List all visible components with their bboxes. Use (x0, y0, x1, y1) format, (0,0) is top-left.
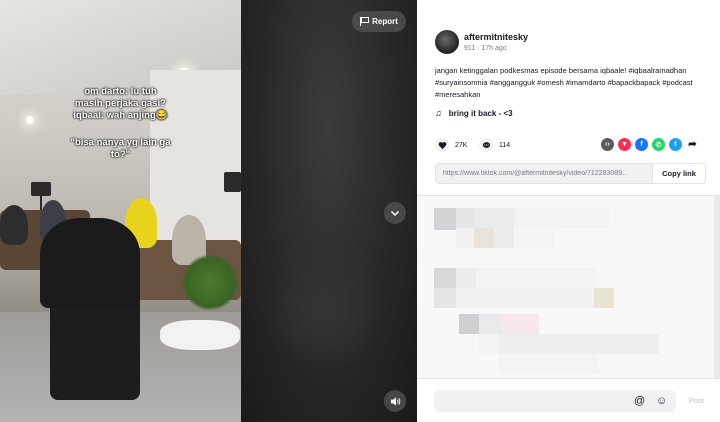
report-button[interactable]: Report (352, 11, 406, 32)
facebook-icon[interactable]: f (635, 138, 648, 151)
video-blur-spot (260, 250, 390, 370)
comment-block (479, 314, 501, 334)
whatsapp-icon[interactable]: ✆ (652, 138, 665, 151)
avatar[interactable] (435, 30, 459, 54)
comment-block (594, 288, 614, 308)
comment-block (499, 334, 659, 354)
comment-block (514, 208, 609, 228)
post-description: jangan ketinggalan podkesmas episode ber… (435, 66, 693, 99)
comment-block (514, 228, 554, 248)
caption-line: iqbaal: wah anjing😂 (73, 110, 168, 121)
emoji-icon[interactable]: ☺ (656, 395, 667, 407)
at-icon[interactable]: @ (634, 395, 645, 407)
video-frame: om darto: lu tuh masih perjaka gasi? iqb… (0, 0, 241, 422)
like-count: 27K (455, 141, 468, 149)
video-link[interactable]: https://www.tiktok.com/@aftermitnitesky/… (436, 170, 652, 177)
comment-block (494, 228, 514, 248)
caption-line: "bisa nanya yg lain ga to?" (70, 137, 171, 160)
comment-input[interactable]: @ ☺ (434, 390, 676, 412)
username[interactable]: aftermitnitesky (464, 32, 528, 42)
comments-scrollbar[interactable] (714, 196, 720, 378)
comment-block (434, 288, 456, 308)
comments-list[interactable] (417, 196, 720, 378)
video-lamp (224, 172, 241, 192)
comment-block (479, 334, 499, 354)
video-player[interactable]: om darto: lu tuh masih perjaka gasi? iqb… (0, 0, 417, 422)
comment-avatar (434, 208, 456, 230)
post-meta: 911 · 17h ago (464, 45, 507, 52)
comment-block (456, 268, 476, 288)
video-lamp (31, 182, 51, 196)
post-button[interactable]: Post (689, 396, 704, 405)
comment-block (456, 208, 474, 228)
like-button[interactable]: 27K (435, 138, 467, 152)
copy-link-button[interactable]: Copy link (652, 164, 705, 183)
music-link[interactable]: ♫ bring it back - <3 (435, 108, 513, 118)
caption-line: om darto: lu tuh masih perjaka gasi? (75, 86, 166, 109)
volume-icon (390, 396, 400, 406)
comment-composer: @ ☺ Post (417, 378, 720, 422)
video-plant (180, 255, 240, 310)
comment-block (501, 314, 539, 334)
share-row: ‹› ▼ f ✆ t ➦ (601, 138, 699, 151)
embed-icon[interactable]: ‹› (601, 138, 614, 151)
music-title: bring it back - <3 (448, 108, 513, 118)
comment-block (499, 354, 599, 374)
friends-icon[interactable]: ▼ (618, 138, 631, 151)
comment-block (474, 208, 514, 228)
video-person (0, 205, 28, 245)
video-caption: "bisa nanya yg lain ga to?" (0, 137, 241, 161)
comment-count: 114 (499, 141, 511, 149)
volume-button[interactable] (384, 390, 406, 412)
video-caption: om darto: lu tuh masih perjaka gasi? iqb… (0, 86, 241, 122)
video-table (160, 320, 240, 350)
heart-icon (435, 138, 449, 152)
share-arrow-icon[interactable]: ➦ (686, 138, 699, 151)
flag-icon (360, 17, 370, 26)
comment-block (476, 268, 596, 288)
comment-block (456, 288, 594, 308)
report-label: Report (372, 17, 398, 26)
copy-link-box: https://www.tiktok.com/@aftermitnitesky/… (435, 163, 706, 184)
video-person (40, 218, 140, 308)
details-panel: aftermitnitesky 911 · 17h ago jangan ket… (417, 0, 720, 422)
reply-avatar (459, 314, 479, 334)
comment-icon (479, 138, 493, 152)
comment-button[interactable]: 114 (479, 138, 510, 152)
comment-block (456, 228, 474, 248)
music-note-icon: ♫ (435, 108, 442, 118)
chevron-down-icon (390, 210, 400, 217)
comment-block (474, 228, 494, 248)
twitter-icon[interactable]: t (669, 138, 682, 151)
next-video-button[interactable] (384, 202, 406, 224)
comment-avatar (434, 268, 456, 288)
